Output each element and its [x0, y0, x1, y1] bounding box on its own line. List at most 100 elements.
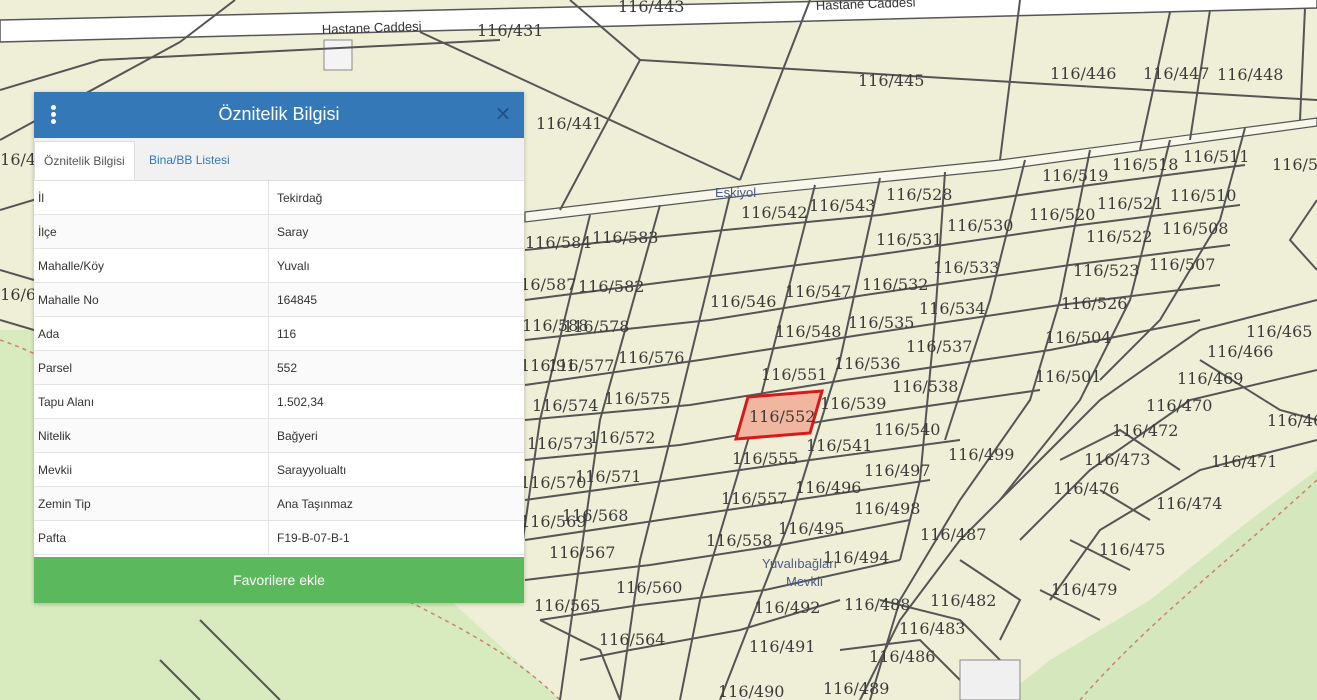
- parcel-label: 116/584: [525, 233, 591, 252]
- add-to-favorites-button[interactable]: Favorilere ekle: [34, 557, 524, 603]
- parcel-label: 116/474: [1156, 494, 1222, 513]
- parcel-label: 116/471: [1211, 452, 1277, 471]
- parcel-label: 116/489: [823, 679, 889, 698]
- parcel-label: 116/565: [534, 596, 600, 615]
- parcel-label: 116/523: [1073, 261, 1139, 280]
- parcel-label: 116/487: [920, 525, 986, 544]
- attr-key: Zemin Tip: [34, 486, 269, 521]
- parcel-label: 116/469: [1177, 369, 1243, 388]
- table-row: Zemin Tip Ana Taşınmaz: [34, 486, 524, 521]
- parcel-label: 116/447: [1143, 64, 1209, 83]
- parcel-label: 116/534: [919, 299, 985, 318]
- parcel-label: 116/546: [710, 292, 776, 311]
- panel-title: Öznitelik Bilgisi: [218, 104, 340, 124]
- parcel-label: 116/495: [778, 519, 844, 538]
- parcel-label: 116/441: [536, 114, 602, 133]
- parcel-label: 116/465: [1246, 322, 1312, 341]
- parcel-label: 116/533: [933, 258, 999, 277]
- parcel-label: 116/494: [823, 548, 889, 567]
- table-row: Mevkii Sarayyolualtı: [34, 452, 524, 487]
- parcel-label: 116/510: [1170, 186, 1236, 205]
- table-row: İlçe Saray: [34, 214, 524, 249]
- attr-value: Saray: [268, 214, 524, 249]
- parcel-label: 116/431: [477, 21, 543, 40]
- parcel-label: 116/511: [1183, 147, 1249, 166]
- place-label-mevkii-2: Mevkii: [786, 574, 823, 589]
- parcel-label: 116/496: [795, 478, 861, 497]
- parcel-label: 116/574: [532, 396, 598, 415]
- panel-tabs: Öznitelik Bilgisi Bina/BB Listesi: [34, 138, 524, 181]
- parcel-label: 116/518: [1112, 155, 1178, 174]
- parcel-label: 116/583: [592, 228, 658, 247]
- parcel-label: 116/482: [930, 591, 996, 610]
- parcel-label: 116/486: [869, 647, 935, 666]
- table-row: İl Tekirdağ: [34, 181, 524, 215]
- parcel-label: 116/508: [1162, 219, 1228, 238]
- tab-bina-bb-listesi[interactable]: Bina/BB Listesi: [140, 141, 239, 180]
- parcel-label: 116/547: [785, 282, 851, 301]
- parcel-label: 116/536: [834, 354, 900, 373]
- panel-header: Öznitelik Bilgisi ×: [34, 92, 524, 138]
- parcel-label: 116/498: [854, 499, 920, 518]
- table-row: Mahalle No 164845: [34, 282, 524, 317]
- table-row: Parsel 552: [34, 350, 524, 385]
- building: [323, 39, 353, 71]
- parcel-label: 116/5: [1272, 155, 1317, 174]
- close-icon[interactable]: ×: [492, 102, 514, 124]
- parcel-label: 116/539: [820, 394, 886, 413]
- parcel-label: 116/497: [864, 461, 930, 480]
- attribute-panel: Öznitelik Bilgisi × Öznitelik Bilgisi Bi…: [34, 92, 524, 603]
- parcel-label: 116/504: [1045, 328, 1111, 347]
- parcel-label: 116/520: [1029, 205, 1095, 224]
- parcel-label: 116/526: [1061, 294, 1127, 313]
- attr-value: 116: [268, 316, 524, 351]
- attr-key: Parsel: [34, 350, 269, 385]
- parcel-label: 116/548: [775, 322, 841, 341]
- parcel-label: 116/551: [761, 365, 827, 384]
- attr-key: Nitelik: [34, 418, 269, 453]
- parcel-label: 116/445: [858, 71, 924, 90]
- attr-key: Mevkii: [34, 452, 269, 487]
- parcel-label: 116/470: [1146, 396, 1212, 415]
- parcel-label: 116/573: [527, 434, 593, 453]
- table-row: Mahalle/Köy Yuvalı: [34, 248, 524, 283]
- attr-value: Tekirdağ: [268, 181, 524, 215]
- parcel-label: 116/490: [718, 682, 784, 700]
- attr-value: F19-B-07-B-1: [268, 520, 524, 555]
- parcel-label: 116/479: [1051, 580, 1117, 599]
- attr-key: İl: [34, 181, 269, 215]
- attr-key: İlçe: [34, 214, 269, 249]
- parcel-label: 116/541: [806, 436, 872, 455]
- parcel-label: 116/501: [1035, 367, 1101, 386]
- parcel-label: 116/483: [899, 619, 965, 638]
- table-row: Nitelik Bağyeri: [34, 418, 524, 453]
- parcel-label: 116/555: [732, 449, 798, 468]
- parcel-label: 116/46: [1267, 411, 1317, 430]
- parcel-label: 116/476: [1053, 479, 1119, 498]
- table-row: Ada 116: [34, 316, 524, 351]
- parcel-label: 116/576: [618, 348, 684, 367]
- table-row: Pafta F19-B-07-B-1: [34, 520, 524, 555]
- parcel-label: 116/575: [604, 389, 670, 408]
- attr-value: Bağyeri: [268, 418, 524, 453]
- attr-key: Tapu Alanı: [34, 384, 269, 419]
- parcel-label: 116/443: [618, 0, 684, 16]
- parcel-label: 116/472: [1112, 421, 1178, 440]
- parcel-label: 116/542: [741, 203, 807, 222]
- parcel-label: 116/528: [886, 185, 952, 204]
- road-label-eskiyol: Eskiyol: [715, 185, 756, 200]
- attr-key: Mahalle/Köy: [34, 248, 269, 283]
- attr-key: Ada: [34, 316, 269, 351]
- attribute-table: İl Tekirdağ İlçe Saray Mahalle/Köy Yuvalı M…: [34, 181, 524, 555]
- attr-value: 552: [268, 350, 524, 385]
- tab-oznitelik-bilgisi[interactable]: Öznitelik Bilgisi: [34, 141, 135, 180]
- parcel-label: 116/522: [1086, 227, 1152, 246]
- attr-value: Yuvalı: [268, 248, 524, 283]
- parcel-label: 116/537: [906, 337, 972, 356]
- parcel-label: 116/491: [749, 637, 815, 656]
- parcel-label: 116/578: [563, 317, 629, 336]
- parcel-label: 116/466: [1207, 342, 1273, 361]
- table-row: Tapu Alanı 1.502,34: [34, 384, 524, 419]
- parcel-label: 116/507: [1149, 255, 1215, 274]
- parcel-label: 116/540: [874, 420, 940, 439]
